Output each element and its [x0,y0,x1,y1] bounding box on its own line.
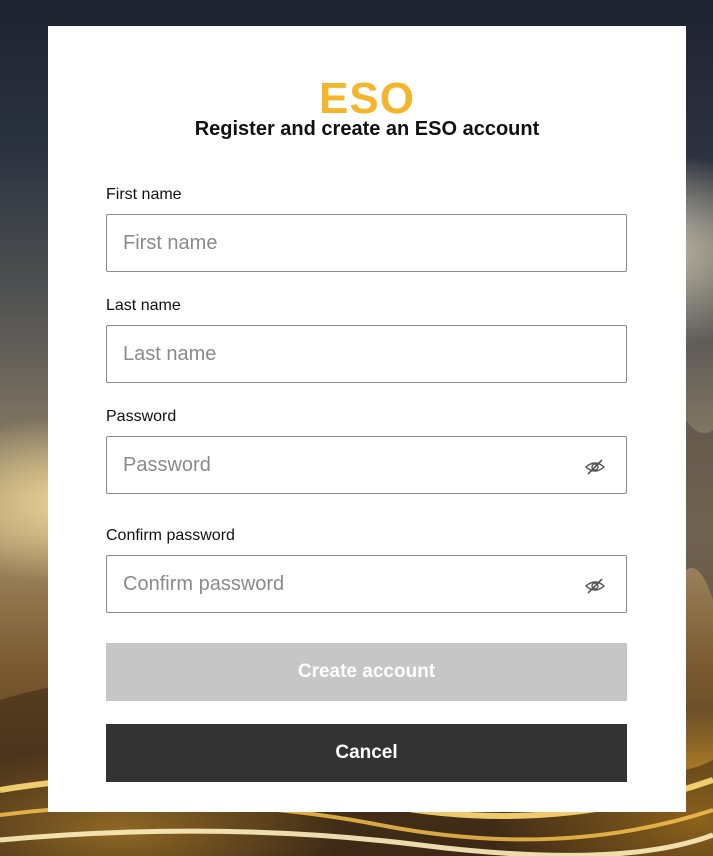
create-account-button[interactable]: Create account [106,643,627,701]
eye-slash-icon[interactable] [584,457,606,477]
eso-logo: ESO [319,74,415,123]
password-field-wrapper [106,436,627,494]
confirm-password-label: Confirm password [106,527,235,544]
register-card: ESO Register and create an ESO account F… [48,26,686,812]
page-title: Register and create an ESO account [194,118,540,140]
confirm-password-field-wrapper [106,555,627,613]
first-name-label: First name [106,186,182,203]
eye-slash-icon[interactable] [584,576,606,596]
password-label: Password [106,408,177,425]
confirm-password-input[interactable] [107,556,626,612]
first-name-input[interactable] [107,215,626,271]
last-name-field-wrapper [106,325,627,383]
password-input[interactable] [107,437,626,493]
last-name-input[interactable] [107,326,626,382]
cancel-button[interactable]: Cancel [106,724,627,782]
last-name-label: Last name [106,297,181,314]
first-name-field-wrapper [106,214,627,272]
